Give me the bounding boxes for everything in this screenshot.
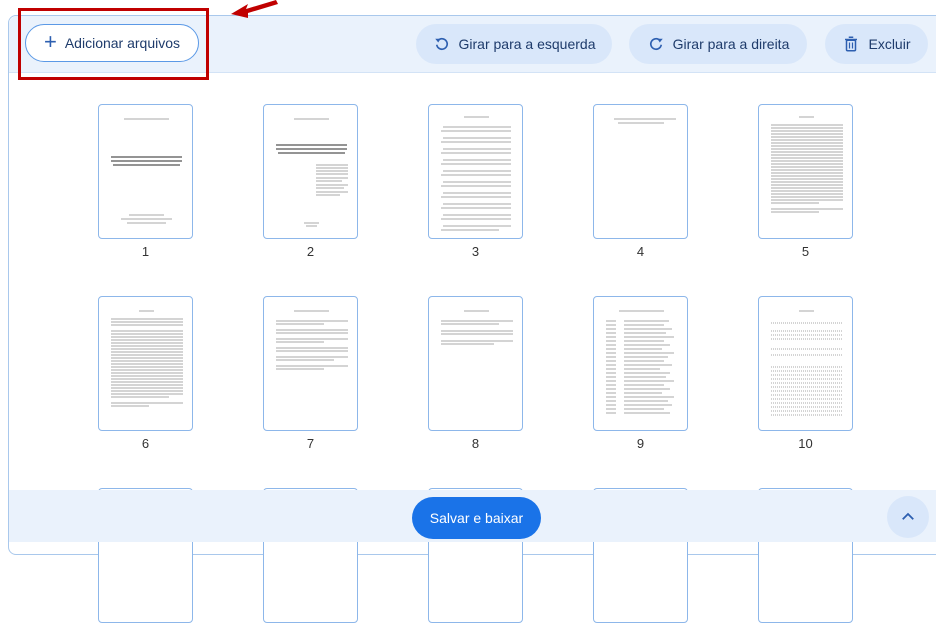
- trash-icon: [845, 36, 858, 52]
- page-number: 9: [636, 436, 645, 451]
- page-number: 4: [636, 244, 645, 259]
- page-content-preview: [771, 116, 843, 213]
- annotation-arrow-icon: [231, 0, 278, 18]
- scroll-up-button[interactable]: [887, 496, 929, 538]
- rotate-right-label: Girar para a direita: [672, 36, 790, 52]
- page-number: 8: [471, 436, 480, 451]
- page-thumbnail[interactable]: [428, 296, 523, 431]
- page-content-preview: [606, 310, 674, 414]
- rotate-left-label: Girar para a esquerda: [458, 36, 596, 52]
- rotate-right-button[interactable]: Girar para a direita: [629, 24, 807, 64]
- annotation-highlight-box: [18, 8, 209, 80]
- page-thumbnail[interactable]: [758, 104, 853, 239]
- rotate-left-icon: [434, 37, 448, 51]
- editor-panel: [8, 15, 936, 555]
- page-content-preview: [441, 310, 513, 345]
- page-number: 2: [306, 244, 315, 259]
- page-thumbnail[interactable]: [593, 104, 688, 239]
- save-and-download-button[interactable]: Salvar e baixar: [412, 497, 541, 539]
- page-thumbnail[interactable]: [593, 296, 688, 431]
- page-thumbnail[interactable]: [263, 296, 358, 431]
- page-thumbnail[interactable]: [428, 104, 523, 239]
- page-number: 5: [801, 244, 810, 259]
- page-content-preview: [276, 118, 348, 227]
- page-number: 10: [798, 436, 813, 451]
- page-number: 6: [141, 436, 150, 451]
- page-content-preview: [111, 310, 183, 407]
- page-content-preview: [441, 116, 511, 231]
- page-content-preview: [111, 118, 182, 224]
- page-content-preview: [614, 118, 676, 124]
- page-number: 3: [471, 244, 480, 259]
- page-content-preview: [276, 310, 348, 370]
- page-number: 7: [306, 436, 315, 451]
- page-thumbnail[interactable]: [98, 104, 193, 239]
- page-number: 1: [141, 244, 150, 259]
- rotate-left-button[interactable]: Girar para a esquerda: [416, 24, 612, 64]
- page-thumbnail[interactable]: [758, 296, 853, 431]
- delete-label: Excluir: [868, 36, 911, 52]
- rotate-right-icon: [649, 37, 663, 51]
- page-thumbnail[interactable]: [98, 296, 193, 431]
- page-thumbnail[interactable]: [263, 104, 358, 239]
- page-content-preview: [771, 310, 843, 416]
- chevron-up-icon: [902, 512, 914, 520]
- delete-button[interactable]: Excluir: [825, 24, 928, 64]
